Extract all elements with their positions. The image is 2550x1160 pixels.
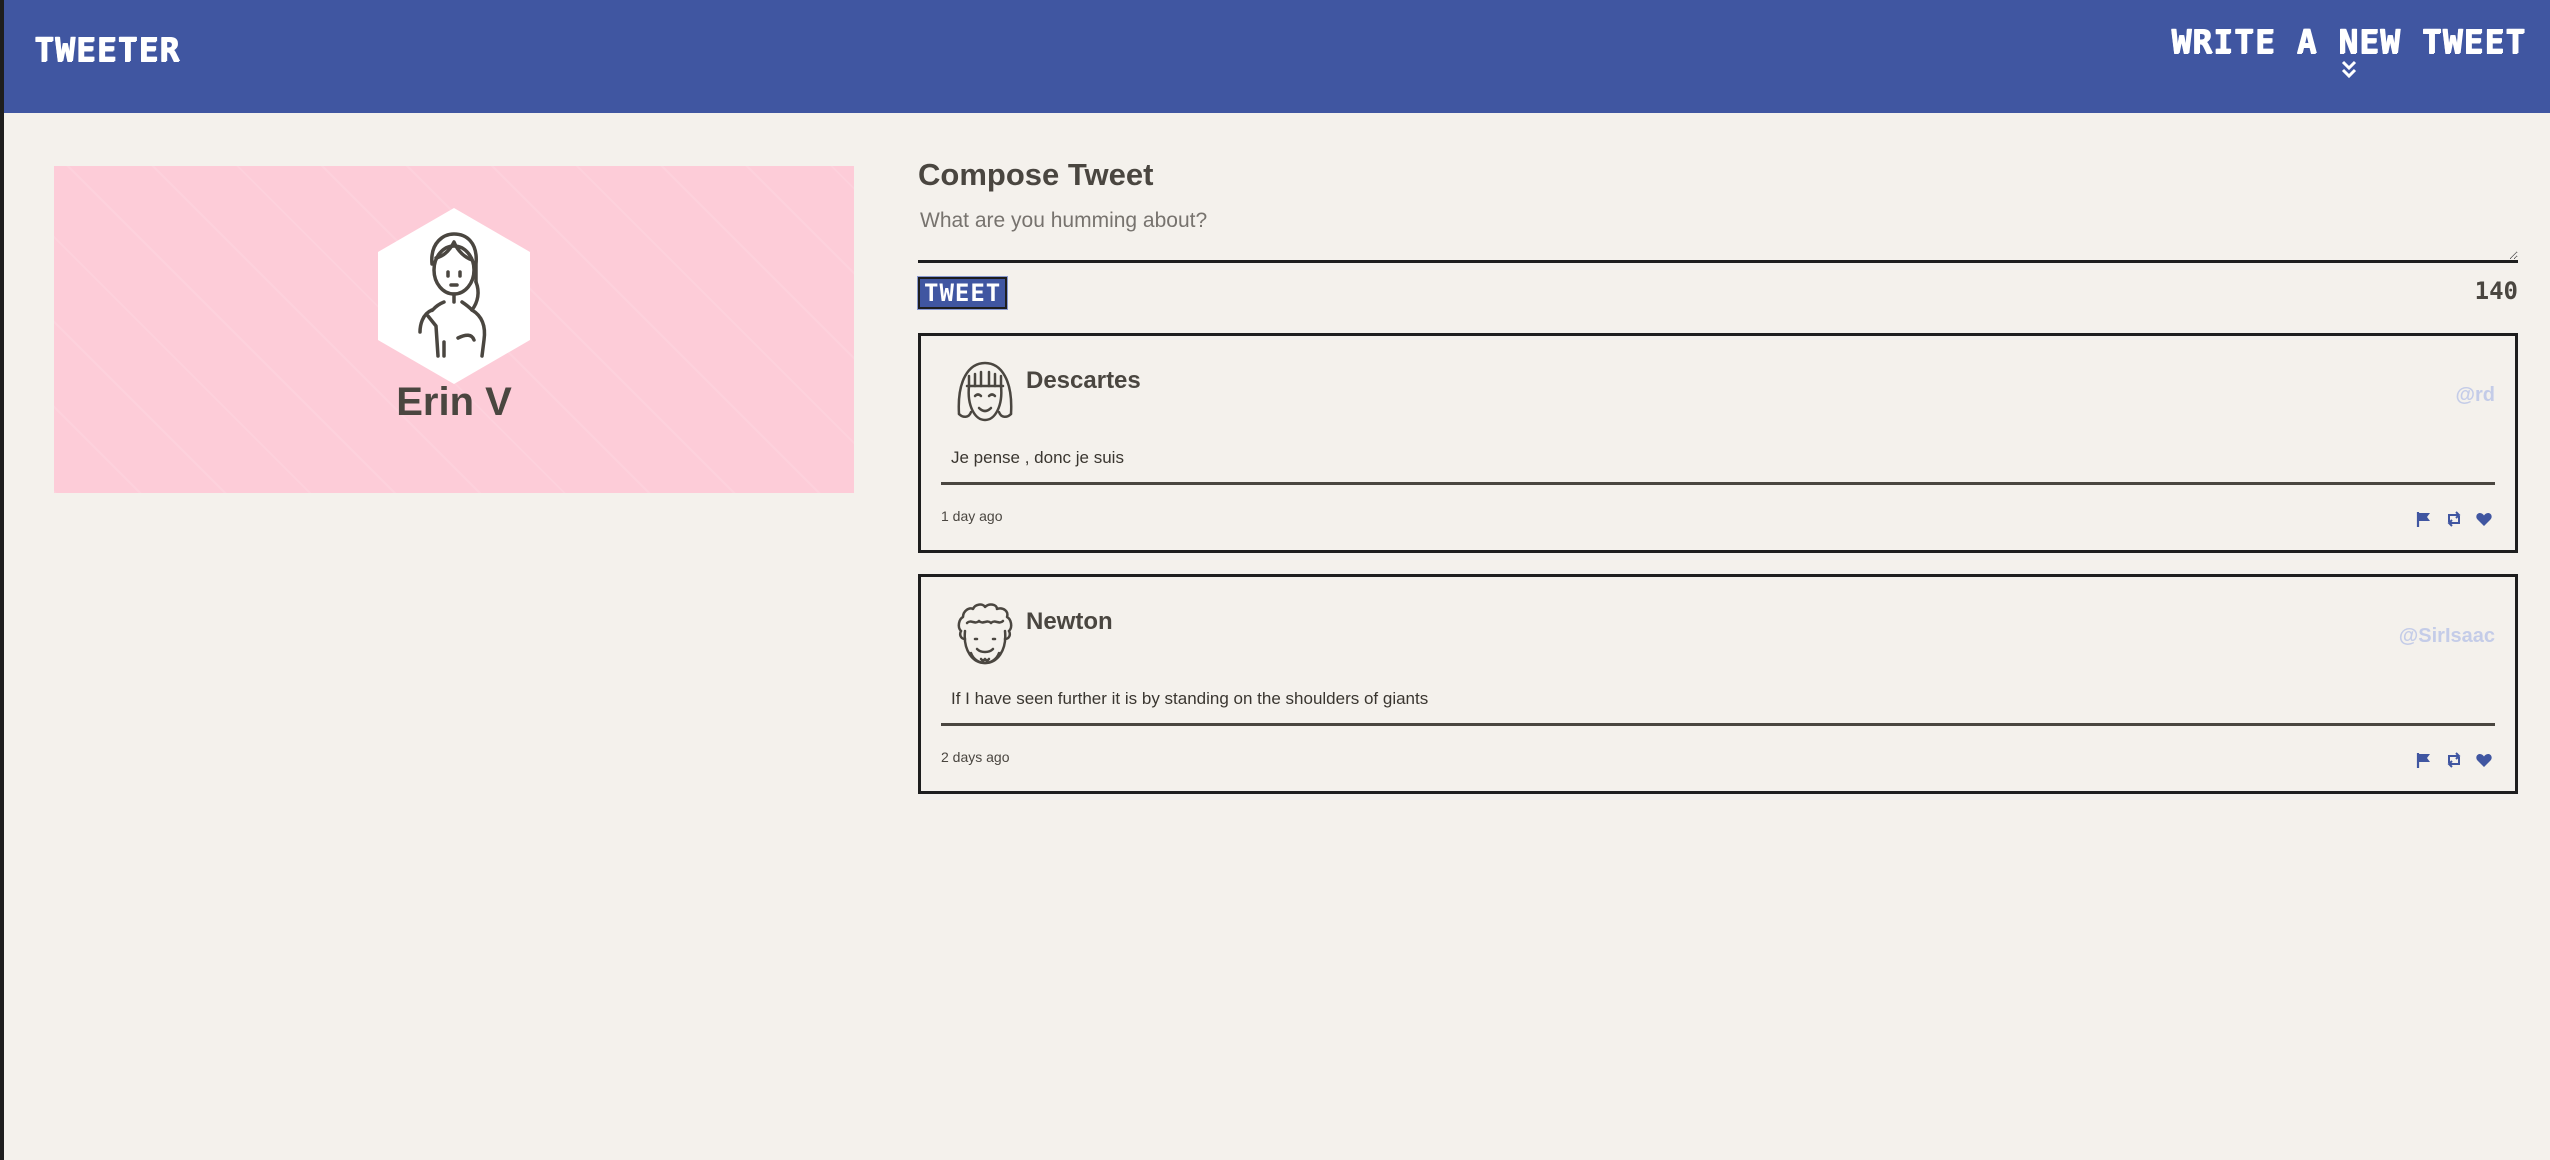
bob-hair-avatar-icon — [957, 361, 1013, 422]
write-new-tweet-button[interactable]: WRITE A NEW TWEET — [2171, 22, 2526, 81]
tweet-card: Newton @SirIsaac If I have seen further … — [918, 574, 2518, 794]
retweet-icon[interactable] — [2445, 510, 2463, 528]
heart-icon[interactable] — [2475, 751, 2493, 769]
tweet-card: Descartes @rd Je pense , donc je suis 1 … — [918, 333, 2518, 553]
retweet-icon[interactable] — [2445, 751, 2463, 769]
compose-actions: TWEET 140 — [916, 276, 2518, 313]
tweet-text: Je pense , donc je suis — [941, 446, 2495, 485]
double-chevron-down-icon — [2341, 60, 2356, 79]
tweet-author: Newton — [1026, 608, 1113, 635]
tweet-actions — [2415, 751, 2493, 769]
tweet-text: If I have seen further it is by standing… — [941, 687, 2495, 726]
tweet-author: Descartes — [1026, 367, 1141, 394]
write-new-tweet-label: WRITE A NEW TWEET — [2171, 22, 2526, 61]
tweet-textarea[interactable] — [918, 209, 2518, 263]
brand-logo[interactable]: TWEETER — [34, 30, 180, 69]
curly-hair-avatar-icon — [957, 603, 1013, 665]
profile-name: Erin V — [396, 380, 512, 424]
woman-avatar-icon — [418, 232, 487, 358]
flag-icon[interactable] — [2415, 751, 2433, 769]
top-nav: TWEETER WRITE A NEW TWEET — [4, 0, 2550, 113]
profile-avatar — [378, 208, 530, 384]
compose-section: Compose Tweet TWEET 140 — [916, 155, 2518, 313]
profile-card: Erin V — [54, 166, 854, 493]
tweet-submit-button[interactable]: TWEET — [916, 276, 1009, 310]
tweet-actions — [2415, 510, 2493, 528]
tweet-timestamp: 2 days ago — [941, 749, 1010, 765]
heart-icon[interactable] — [2475, 510, 2493, 528]
compose-title: Compose Tweet — [918, 157, 1154, 192]
character-counter: 140 — [2474, 277, 2518, 305]
tweet-timestamp: 1 day ago — [941, 508, 1003, 524]
tweet-handle[interactable]: @rd — [2455, 384, 2495, 407]
flag-icon[interactable] — [2415, 510, 2433, 528]
tweet-handle[interactable]: @SirIsaac — [2399, 625, 2495, 648]
